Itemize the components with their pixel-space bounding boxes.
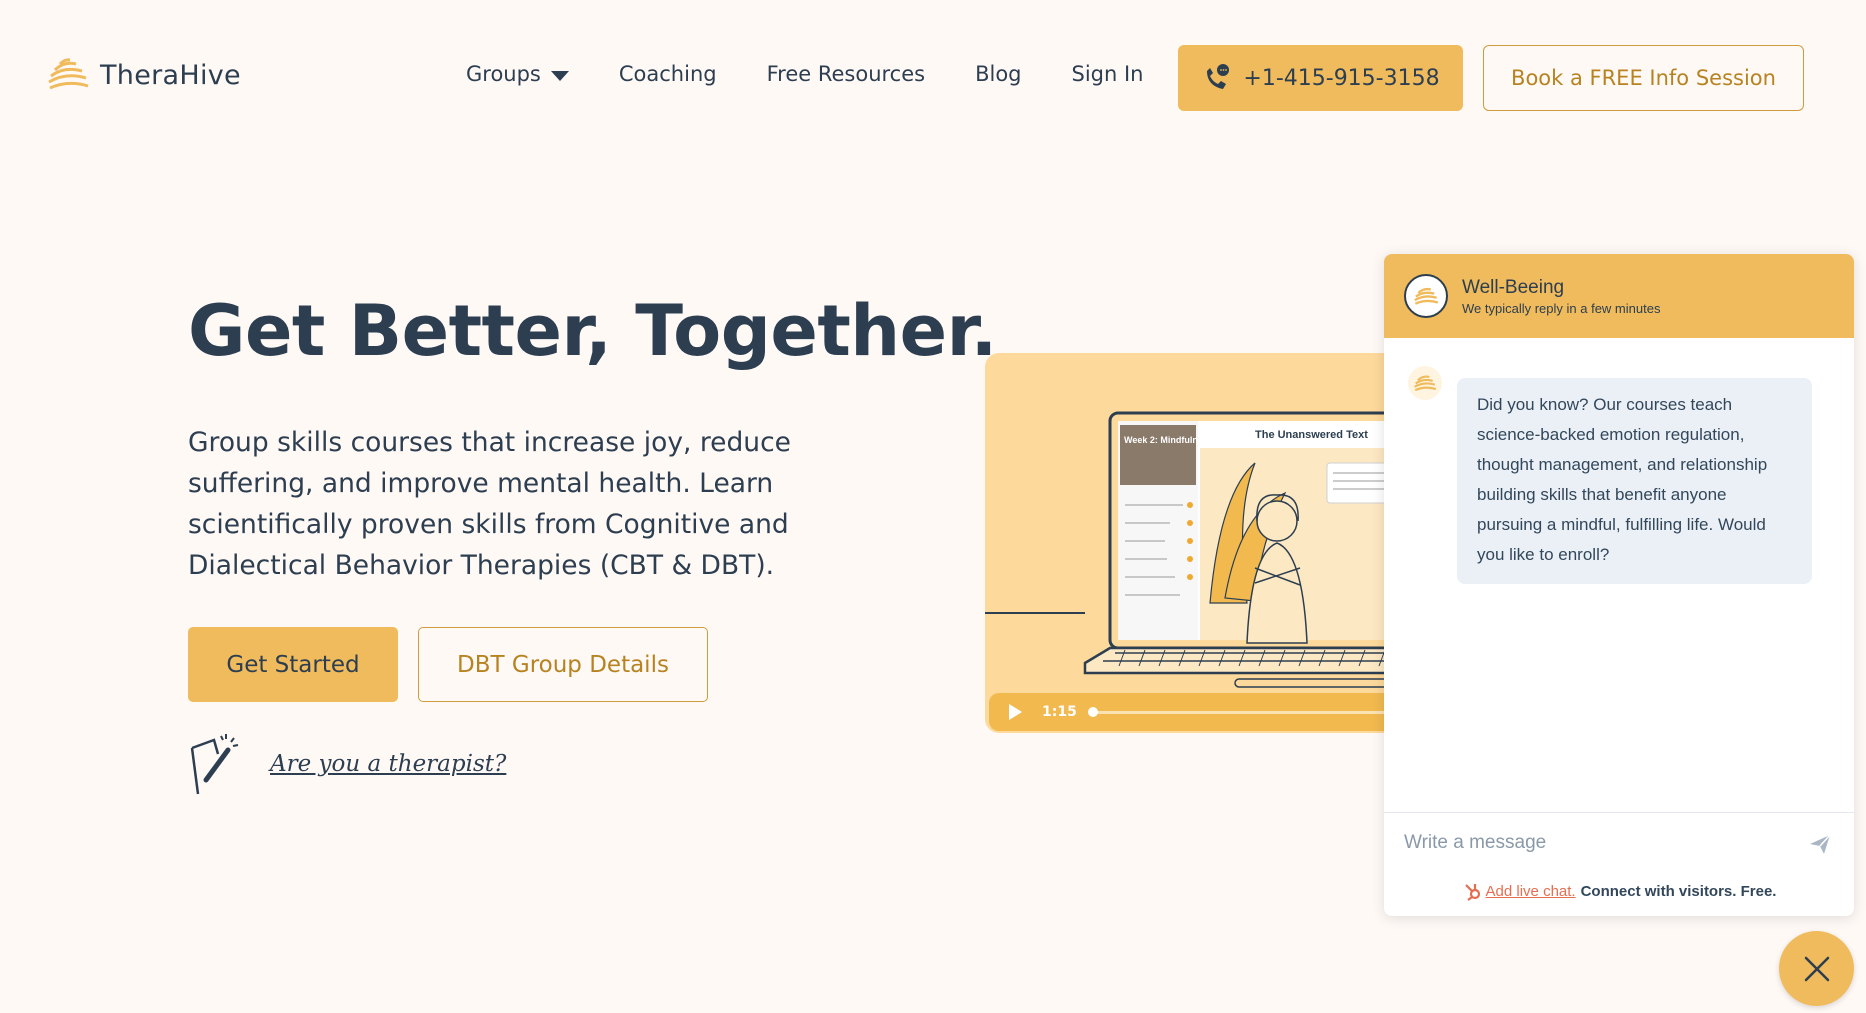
chat-messages: Did you know? Our courses teach science-… xyxy=(1384,338,1854,818)
are-you-a-therapist-link[interactable]: Are you a therapist? xyxy=(270,751,506,777)
play-icon[interactable] xyxy=(1009,704,1022,720)
chat-composer xyxy=(1384,812,1854,872)
add-live-chat-link[interactable]: Add live chat. xyxy=(1486,883,1576,900)
nav-item-sign-in[interactable]: Sign In xyxy=(1072,62,1144,86)
therahive-logo-icon xyxy=(48,58,89,90)
slide-title: Week 2: Mindfulness What Skills xyxy=(1124,435,1263,445)
chat-footer: Add live chat. Connect with visitors. Fr… xyxy=(1384,880,1854,902)
nav-links: Groups Coaching Free Resources Blog Sign… xyxy=(466,62,1193,86)
chat-header-text: Well-Beeing We typically reply in a few … xyxy=(1462,277,1660,316)
video-panel-title: The Unanswered Text xyxy=(1255,429,1368,441)
send-icon[interactable] xyxy=(1808,832,1832,856)
nav-item-label: Groups xyxy=(466,62,541,86)
video-controls: 1:15 xyxy=(989,693,1405,731)
chat-header: Well-Beeing We typically reply in a few … xyxy=(1384,254,1854,338)
close-chat-button[interactable] xyxy=(1779,931,1854,1006)
therapist-link-row: Are you a therapist? xyxy=(188,732,506,796)
nav-item-free-resources[interactable]: Free Resources xyxy=(767,62,925,86)
video-time: 1:15 xyxy=(1042,704,1077,720)
phone-button[interactable]: +1-415-915-3158 xyxy=(1178,45,1463,111)
top-navigation: TheraHive Groups Coaching Free Resources… xyxy=(0,0,1866,152)
phone-number: +1-415-915-3158 xyxy=(1243,65,1440,91)
brand-name: TheraHive xyxy=(100,59,241,91)
chat-message-bubble: Did you know? Our courses teach science-… xyxy=(1457,378,1812,584)
close-icon xyxy=(1804,956,1829,981)
pencil-paper-icon xyxy=(190,734,239,795)
intro-video[interactable]: Week 2: Mindfulness What Skills The Unan… xyxy=(985,353,1405,733)
chat-footer-text: Connect with visitors. Free. xyxy=(1580,882,1777,900)
nav-item-blog[interactable]: Blog xyxy=(975,62,1021,86)
nav-item-coaching[interactable]: Coaching xyxy=(619,62,717,86)
laptop-illustration: Week 2: Mindfulness What Skills The Unan… xyxy=(985,411,1405,688)
chat-widget: Well-Beeing We typically reply in a few … xyxy=(1384,254,1854,916)
phone-icon xyxy=(1207,64,1230,89)
hero-title: Get Better, Together. xyxy=(188,290,997,372)
chat-message-input[interactable] xyxy=(1404,831,1784,854)
bot-avatar xyxy=(1408,366,1442,400)
therahive-logo-icon xyxy=(1414,375,1437,392)
book-info-session-button[interactable]: Book a FREE Info Session xyxy=(1483,45,1804,111)
video-progress-bar[interactable] xyxy=(1087,706,1405,717)
chevron-down-icon xyxy=(550,70,569,81)
chat-response-time: We typically reply in a few minutes xyxy=(1462,300,1661,316)
brand-logo[interactable]: TheraHive xyxy=(46,58,241,92)
video-scrubber-handle[interactable] xyxy=(1087,706,1098,717)
chat-agent-name: Well-Beeing xyxy=(1462,276,1565,298)
get-started-button[interactable]: Get Started xyxy=(188,627,398,702)
nav-item-groups[interactable]: Groups xyxy=(466,62,569,86)
therahive-logo-icon xyxy=(1414,287,1439,305)
hubspot-icon xyxy=(1464,884,1480,901)
hero-description: Group skills courses that increase joy, … xyxy=(188,427,791,581)
chat-avatar xyxy=(1404,274,1448,318)
dbt-group-details-button[interactable]: DBT Group Details xyxy=(418,627,708,702)
